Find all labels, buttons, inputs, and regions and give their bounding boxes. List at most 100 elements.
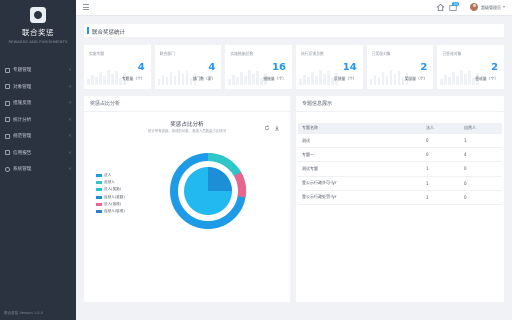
card-bars-decoration: [440, 69, 479, 85]
stat-card-rewarded: 已奖励对象 2 奖励量（个）: [366, 45, 434, 89]
topic-info-panel: 专题信息展示 专题名称 法人 自然人 测试 0 1 专题一 0 4 测试专题 1…: [296, 96, 504, 302]
table-row[interactable]: 测试 0 1: [298, 134, 502, 149]
legend-item[interactable]: 法人(奖励): [96, 186, 125, 193]
legend-item[interactable]: 法人: [96, 172, 125, 179]
user-name[interactable]: 超级管理员: [481, 5, 501, 11]
section-header: 联合奖惩统计: [84, 24, 504, 37]
card-label: 联合部门: [159, 51, 175, 56]
card-unit: 反馈量（个）: [333, 76, 357, 81]
download-icon[interactable]: [274, 125, 280, 131]
divider: [84, 111, 290, 112]
legal-person-cell: 1: [426, 180, 429, 186]
natural-person-cell: 1: [464, 138, 467, 144]
menu-toggle-icon[interactable]: [83, 4, 89, 10]
legal-person-cell: 1: [426, 166, 429, 172]
card-bars-decoration: [369, 69, 409, 85]
card-unit: 部门数（家）: [192, 76, 216, 81]
accent-bar: [87, 27, 89, 34]
brand-subtitle: REWARDS AND PUNISHMENTS: [8, 40, 68, 44]
sidebar-item-label: 统计分析: [13, 117, 32, 123]
chevron-left-icon: ‹: [69, 149, 71, 156]
settings-icon: [5, 166, 10, 172]
sidebar-item-label: 专题管理: [13, 68, 32, 74]
stat-card-feedback: 执行反馈总数 14 反馈量（个）: [296, 45, 363, 89]
stat-cards: 实施专题 4 专题量（个） 联合部门 4 部门数（家） 实施措施总数 16 措施…: [84, 45, 505, 89]
table-row[interactable]: 专题一 0 4: [298, 148, 502, 163]
card-label: 已惩戒对象: [442, 51, 462, 56]
list-icon: [5, 67, 10, 73]
legend-item[interactable]: 自然人(惩戒): [96, 208, 125, 215]
stat-card-punished: 已惩戒对象 2 惩戒量（个）: [437, 45, 505, 89]
sidebar-item-rules[interactable]: 规范管理 ‹: [0, 128, 76, 145]
legend-label: 法人(奖励): [104, 187, 122, 192]
sidebar-item-label: 系统管理: [13, 167, 32, 173]
user-icon: [5, 84, 10, 90]
legend-swatch: [96, 195, 102, 199]
legend-item[interactable]: 自然人(奖励): [96, 194, 125, 201]
legend-label: 自然人: [104, 180, 115, 185]
legal-person-cell: 0: [426, 152, 429, 158]
notification-button[interactable]: 30: [449, 2, 461, 11]
chart-title: 奖惩占比分析: [170, 122, 204, 128]
table-row[interactable]: 测试专题 1 0: [298, 162, 502, 177]
card-label: 实施措施总数: [230, 51, 254, 56]
card-bars-decoration: [87, 69, 126, 85]
natural-person-cell: 0: [464, 166, 467, 172]
card-unit: 惩戒量（个）: [475, 76, 499, 81]
sidebar-item-statistics[interactable]: 统计分析 ‹: [0, 112, 76, 129]
topic-name-cell: 测试: [302, 137, 310, 143]
topic-name-cell: 测试专题: [302, 165, 318, 171]
chart-legend: 法人 自然人 法人(奖励) 自然人(奖励) 法人(惩戒) 自然人(惩戒): [96, 172, 125, 215]
brand-area: 联合奖惩 REWARDS AND PUNISHMENTS: [0, 0, 76, 62]
legal-person-cell: 1: [426, 194, 429, 200]
chart-icon: [5, 117, 10, 123]
sidebar-item-label: 对象管理: [13, 84, 32, 90]
outer-ring-segment-punished[interactable]: [233, 171, 247, 198]
topic-name-cell: 登公示行政许可-lyr: [302, 180, 337, 186]
card-value: 2: [420, 62, 428, 73]
avatar[interactable]: [470, 3, 478, 11]
table-row[interactable]: 登公示行政处罚-lyr 1 0: [298, 191, 502, 205]
sidebar-item-system[interactable]: 系统管理 ‹: [0, 161, 76, 178]
column-header[interactable]: 法人: [426, 125, 464, 131]
legend-label: 自然人(惩戒): [104, 209, 125, 214]
legend-item[interactable]: 法人(惩戒): [96, 201, 125, 208]
card-label: 已奖励对象: [371, 51, 391, 56]
topic-name-cell: 专题一: [302, 151, 314, 157]
page-title: 联合奖惩统计: [92, 29, 126, 36]
table-row[interactable]: 登公示行政许可-lyr 1 0: [298, 177, 502, 191]
stat-card-measures: 实施措施总数 16 措施量（个）: [225, 45, 293, 89]
chevron-left-icon: ‹: [69, 166, 71, 173]
home-icon[interactable]: [436, 3, 445, 12]
panel-title: 专题信息展示: [302, 101, 333, 107]
card-unit: 措施量（个）: [263, 76, 287, 81]
column-header[interactable]: 专题名称: [298, 125, 426, 131]
chevron-left-icon: ‹: [69, 116, 71, 123]
chevron-left-icon: ‹: [69, 133, 71, 140]
sidebar-item-feedback[interactable]: 措施反馈 ‹: [0, 95, 76, 112]
inner-pie-segment[interactable]: [208, 167, 232, 191]
legend-swatch: [96, 210, 102, 214]
chevron-down-icon[interactable]: ▾: [503, 4, 505, 9]
topic-name-cell: 登公示行政处罚-lyr: [302, 194, 337, 200]
card-unit: 专题量（个）: [121, 76, 145, 81]
legend-item[interactable]: 自然人: [96, 179, 125, 186]
sidebar-item-label: 措施反馈: [13, 101, 32, 107]
legend-label: 法人(惩戒): [104, 201, 122, 206]
column-header[interactable]: 自然人: [464, 125, 502, 131]
card-label: 实施专题: [89, 51, 105, 56]
legal-person-cell: 0: [426, 138, 429, 144]
legend-swatch: [96, 174, 102, 178]
card-value: 2: [491, 62, 499, 73]
legend-label: 法人: [104, 173, 112, 178]
chevron-left-icon: ‹: [69, 67, 71, 74]
refresh-icon[interactable]: [264, 125, 270, 131]
sidebar-item-reports[interactable]: 信用报告 ‹: [0, 145, 76, 162]
notification-badge: 30: [452, 2, 460, 6]
sidebar-item-topics[interactable]: 专题管理 ‹: [0, 62, 76, 79]
table-header: 专题名称 法人 自然人: [298, 123, 502, 134]
sidebar-item-objects[interactable]: 对象管理 ‹: [0, 79, 76, 96]
card-bars-decoration: [228, 69, 267, 85]
divider: [296, 111, 504, 112]
logo-icon: [30, 7, 46, 23]
